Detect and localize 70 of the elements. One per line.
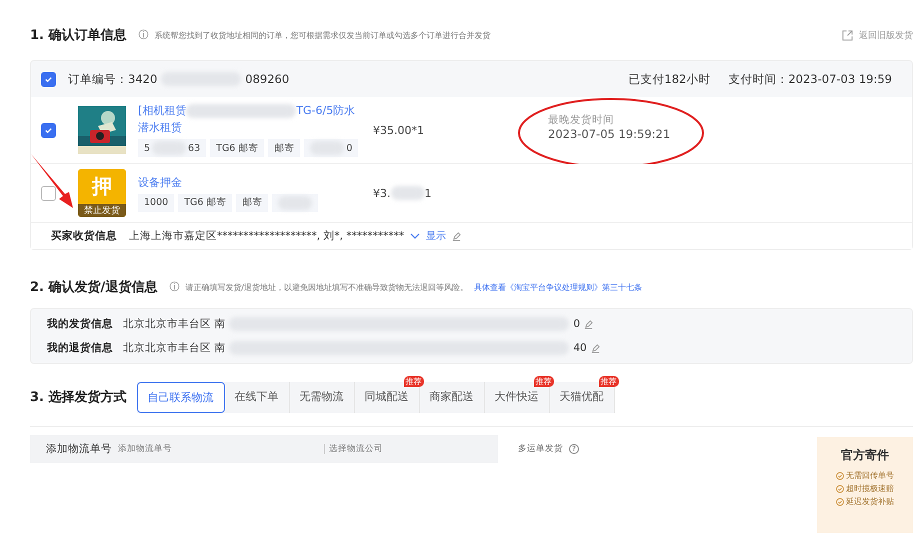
deadline-label: 最晚发货时间 (548, 113, 615, 127)
recommend-badge: 推荐 (404, 376, 424, 386)
checkbox[interactable] (41, 72, 56, 86)
deposit-character: 押 (92, 173, 112, 200)
edit-icon[interactable] (452, 232, 462, 240)
address-text: 北京北京市丰台区 南 (123, 317, 226, 331)
feature-text: 延迟发货补贴 (846, 496, 894, 507)
info-icon: ⓘ (138, 28, 149, 42)
tag-text: 邮寄 (242, 196, 262, 209)
shipping-tab[interactable]: 在线下单 (224, 382, 290, 412)
official-shipping-card[interactable]: 官方寄件 无需回传单号 超时揽极速赔 延迟发货补贴 (817, 437, 913, 533)
tag-text: 0 (346, 142, 352, 154)
address-text: 0 (573, 318, 580, 330)
shipping-tab[interactable]: 商家配送 (420, 382, 485, 412)
courier-company-field[interactable]: 选择物流公司 (324, 444, 469, 454)
recommend-badge: 推荐 (598, 376, 619, 386)
recommend-badge: 推荐 (534, 376, 554, 386)
card-title: 官方寄件 (841, 447, 889, 464)
redaction-blur (390, 186, 424, 200)
tag-text: TG6 邮寄 (184, 196, 226, 209)
price: ¥35.00*1 (373, 124, 424, 136)
tag-text: 邮寄 (274, 142, 294, 154)
edit-icon[interactable] (584, 320, 594, 328)
section-title: 1. 确认订单信息 (30, 27, 127, 44)
chevron-down-icon (410, 233, 420, 239)
field-label: 我的发货信息 (47, 317, 113, 331)
field-label: 买家收货信息 (51, 229, 117, 243)
deadline-time: 2023-07-05 19:59:21 (548, 127, 670, 141)
order-number: 089260 (245, 72, 290, 86)
check-icon (44, 74, 53, 84)
tag-text: 63 (188, 142, 200, 154)
check-circle-icon (836, 472, 844, 480)
check-circle-icon (836, 498, 844, 506)
checkbox[interactable] (41, 186, 56, 200)
address-text: 40 (573, 342, 587, 354)
external-link-icon (842, 30, 853, 40)
no-shipping-label: 禁止发货 (78, 204, 126, 217)
tag-text: TG6 邮寄 (216, 142, 258, 154)
multi-waybill-label: 多运单发货 (518, 443, 563, 455)
feature-text: 超时揽极速赔 (846, 483, 894, 494)
checkbox[interactable] (41, 122, 56, 138)
product-title[interactable]: TG-6/5防水 (296, 103, 356, 118)
paid-duration: 已支付182小时 (628, 72, 710, 86)
section-title: 2. 确认发货/退货信息 (30, 278, 158, 296)
buyer-address: 上海上海市嘉定区*******************, 刘*, *********** (129, 229, 404, 243)
shipping-tab[interactable]: 自己联系物流 (136, 382, 225, 412)
tag-text: 1000 (144, 197, 168, 208)
tracking-number-field[interactable]: 添加物流单号 (118, 444, 318, 454)
product-title[interactable]: 潜水租赁 (138, 120, 182, 135)
check-icon (44, 126, 53, 134)
field-label: 添加物流单号 (46, 442, 112, 456)
shipping-tab[interactable]: 无需物流 (290, 382, 355, 412)
product-title[interactable]: 设备押金 (138, 174, 182, 190)
price: 1 (424, 186, 432, 200)
hint-text: 系统帮您找到了收货地址相同的订单，您可根据需求仅发当前订单或勾选多个订单进行合并发货 (154, 30, 491, 40)
show-link[interactable]: 显示 (426, 229, 446, 243)
price: ¥3. (373, 186, 390, 200)
address-text: 北京北京市丰台区 南 (123, 341, 226, 355)
pay-time: 支付时间：2023-07-03 19:59 (728, 72, 892, 86)
product-title[interactable]: [相机租赁 (138, 103, 186, 118)
section-title: 3. 选择发货方式 (30, 388, 127, 406)
check-circle-icon (836, 484, 844, 492)
tag-text: 5 (144, 142, 150, 154)
field-label: 我的退货信息 (47, 341, 113, 355)
order-number: 订单编号：3420 (68, 72, 158, 86)
info-icon: ⓘ (169, 280, 180, 294)
hint-text: 请正确填写发货/退货地址，以避免因地址填写不准确导致货物无法退回等风险。 (185, 282, 468, 292)
feature-text: 无需回传单号 (846, 470, 894, 481)
edit-icon[interactable] (590, 344, 600, 352)
rule-link[interactable]: 具体查看《淘宝平台争议处理规则》第三十七条 (474, 282, 642, 292)
